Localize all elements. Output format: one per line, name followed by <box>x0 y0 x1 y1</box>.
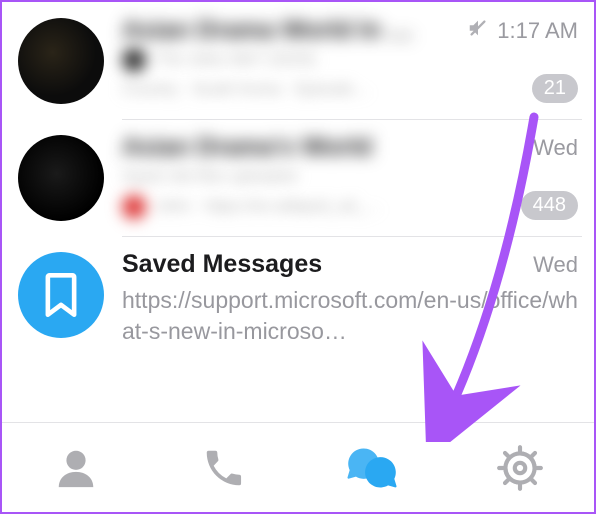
muted-icon <box>467 17 489 44</box>
chat-avatar <box>18 135 104 221</box>
tab-chats[interactable] <box>298 423 446 512</box>
chat-title: Asian Drama's World <box>122 133 525 162</box>
unread-badge: 448 <box>521 191 578 220</box>
saved-messages-avatar <box>18 252 104 338</box>
chat-icon <box>346 442 398 494</box>
phone-icon <box>201 445 247 491</box>
thumbnail-icon <box>122 195 146 219</box>
bookmark-icon <box>41 272 81 318</box>
unread-badge: 21 <box>532 74 578 103</box>
chat-time: Wed <box>533 135 578 161</box>
chat-list-item[interactable]: Saved Messages Wed https://support.micro… <box>2 236 594 361</box>
chat-header: Asian Drama World In … 1:17 AM <box>122 16 578 45</box>
chat-body: Asian Drama World In … 1:17 AM The video… <box>122 14 578 105</box>
chat-title: Asian Drama World In … <box>122 16 459 45</box>
chat-preview-text: John · https://en.wikiped_od_… <box>156 198 380 216</box>
tab-settings[interactable] <box>446 423 594 512</box>
chat-avatar <box>18 18 104 104</box>
chat-time: Wed <box>533 252 578 278</box>
person-icon <box>53 445 99 491</box>
chat-list: Asian Drama World In … 1:17 AM The video… <box>2 2 594 361</box>
chat-preview-text: Squid Job files uploaded <box>122 168 296 186</box>
chat-list-item[interactable]: Asian Drama World In … 1:17 AM The video… <box>2 2 594 119</box>
chat-preview-line: The video title? (2020) <box>122 45 578 75</box>
chat-body: Asian Drama's World Wed Squid Job files … <box>122 131 578 222</box>
chat-preview-text: The video title? (2020) <box>156 51 315 69</box>
chat-title: Saved Messages <box>122 250 525 279</box>
tab-contacts[interactable] <box>2 423 150 512</box>
chat-time: 1:17 AM <box>497 18 578 44</box>
chat-header: Saved Messages Wed <box>122 250 578 279</box>
chat-list-item[interactable]: Asian Drama's World Wed Squid Job files … <box>2 119 594 236</box>
chat-header: Asian Drama's World Wed <box>122 133 578 162</box>
thumbnail-icon <box>122 48 146 72</box>
chat-preview-text: Country · South Korea · Episode… <box>122 81 369 99</box>
tab-bar <box>2 422 594 512</box>
chat-preview-line: Squid Job files uploaded <box>122 162 578 192</box>
gear-icon <box>495 443 545 493</box>
chat-body: Saved Messages Wed https://support.micro… <box>122 248 578 347</box>
tab-calls[interactable] <box>150 423 298 512</box>
chat-preview-line: Country · South Korea · Episode… <box>122 75 578 105</box>
chat-preview-line: John · https://en.wikiped_od_… <box>122 192 578 222</box>
chat-preview-text: https://support.microsoft.com/en-us/offi… <box>122 285 578 347</box>
